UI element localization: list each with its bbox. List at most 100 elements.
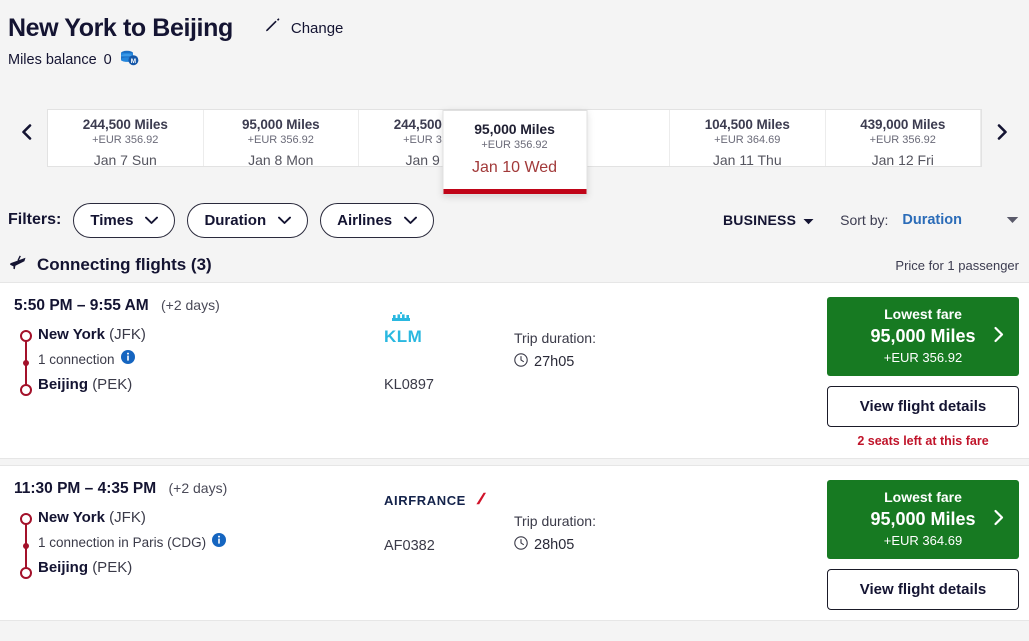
fare-miles: 95,000 Miles [837,509,1009,530]
klm-wordmark: KLM [384,327,423,346]
airfrance-logo: AIRFRANCE [384,492,514,508]
filter-chip-times[interactable]: Times [73,202,176,238]
miles-balance-value: 0 [103,52,112,68]
flight-airline-column: AIRFRANCE AF0382 [384,480,514,554]
airfrance-wordmark: AIRFRANCE [384,492,466,508]
trip-duration-label: Trip duration: [514,330,596,346]
title-row: New York to Beijing Change [8,14,1029,43]
carousel-next-button[interactable] [985,117,1019,151]
date-carousel: 244,500 Miles +EUR 356.92 Jan 7 Sun 95,0… [0,87,1029,195]
view-flight-details-button[interactable]: View flight details [827,386,1019,427]
fare-miles: 95,000 Miles [837,326,1009,347]
chevron-down-icon [404,212,418,229]
date-tab[interactable]: 439,000 Miles +EUR 356.92 Jan 12 Fri [826,110,981,168]
select-fare-button[interactable]: Lowest fare 95,000 Miles +EUR 364.69 [827,480,1019,559]
fare-eur: +EUR 364.69 [883,533,963,548]
chevron-right-icon [992,509,1005,531]
flight-duration-column: Trip duration: 28h05 [514,480,714,554]
chevron-right-icon [992,326,1005,348]
filter-chip-duration[interactable]: Duration [187,202,309,238]
connecting-flights-header: Connecting flights (3) Price for 1 passe… [0,248,1029,282]
date-tab-miles: 244,500 Miles [82,117,168,132]
page-header: New York to Beijing Change Miles balance… [0,0,1029,71]
passenger-price-note: Price for 1 passenger [895,257,1019,273]
date-tab-eur: +EUR 356.92 [247,134,314,146]
selected-date-underline [443,189,586,194]
miles-coin-icon: M [119,49,139,71]
trip-duration-value: 27h05 [534,354,575,370]
klm-logo: KLM [384,309,514,347]
select-fare-button[interactable]: Lowest fare 95,000 Miles +EUR 356.92 [827,297,1019,376]
filter-chip-label: Airlines [337,211,393,229]
sort-by-caret-icon[interactable] [1006,211,1019,229]
date-tab-miles: 439,000 Miles [860,117,946,132]
origin-city: New York [38,326,105,343]
flight-route-column: 11:30 PM – 4:35 PM (+2 days) New York (J… [14,480,384,580]
date-strip: 244,500 Miles +EUR 356.92 Jan 7 Sun 95,0… [47,109,982,195]
info-icon[interactable] [120,347,135,373]
carousel-prev-button[interactable] [10,117,44,151]
route-line-graphic [19,513,33,590]
date-tab-miles: 95,000 Miles [474,121,555,137]
date-tab-date: Jan 8 Mon [248,152,314,168]
miles-balance-label: Miles balance [8,52,97,68]
flight-fare-column: Lowest fare 95,000 Miles +EUR 356.92 Vie… [827,297,1019,448]
flight-route: New York (JFK) 1 connection in Paris (CD… [14,506,384,580]
date-tab[interactable]: 244,500 Miles +EUR 356.92 Jan 7 Sun [48,110,204,168]
date-tab-selected[interactable]: 95,000 Miles +EUR 356.92 Jan 10 Wed [442,110,587,195]
cabin-class-selector[interactable]: BUSINESS [723,212,814,228]
connection-row: 1 connection [38,347,384,373]
section-title: Connecting flights (3) [37,255,212,274]
flight-fare-column: Lowest fare 95,000 Miles +EUR 364.69 Vie… [827,480,1019,610]
destination-city: Beijing [38,559,89,576]
destination-row: Beijing (PEK) [38,373,384,397]
klm-crown-icon [384,309,514,327]
route-line-graphic [19,330,33,407]
airfrance-slash-icon [470,492,486,508]
plane-icon [8,254,28,277]
flight-plus-days: (+2 days) [160,297,220,313]
flight-times: 5:50 PM – 9:55 AM [14,297,149,314]
sort-by-label: Sort by: [840,212,889,228]
date-tab-eur: +EUR 356.92 [481,139,548,151]
fare-eur: +EUR 356.92 [883,350,963,365]
connection-label: 1 connection in Paris (CDG) [38,535,207,550]
filter-chip-airlines[interactable]: Airlines [320,202,435,238]
date-tab-date: Jan 7 Sun [93,152,157,168]
date-tab-date: Jan 12 Fri [871,152,934,168]
trip-duration-value: 28h05 [534,537,575,553]
flight-number: AF0382 [384,538,435,554]
flight-times: 11:30 PM – 4:35 PM [14,480,157,497]
change-route-button[interactable]: Change [263,17,343,40]
date-tab[interactable]: 95,000 Miles +EUR 356.92 Jan 8 Mon [204,110,359,168]
flight-card[interactable]: 5:50 PM – 9:55 AM (+2 days) New York (JF… [0,282,1029,459]
date-tab[interactable]: 104,500 Miles +EUR 364.69 Jan 11 Thu [670,110,826,168]
date-tab-eur: +EUR 364.69 [714,134,781,146]
chevron-down-icon [145,212,159,229]
trip-duration-value-row: 28h05 [514,536,714,554]
info-icon[interactable] [212,530,227,556]
seats-left-warning: 2 seats left at this fare [857,434,989,448]
fare-miles-text: 95,000 Miles [870,326,976,346]
flight-card[interactable]: 11:30 PM – 4:35 PM (+2 days) New York (J… [0,465,1029,621]
filter-chip-label: Duration [204,211,267,229]
date-tab-miles: 95,000 Miles [241,117,320,132]
destination-code: (PEK) [92,559,133,576]
pencil-icon [263,17,281,40]
fare-miles-text: 95,000 Miles [870,509,976,529]
flight-times-row: 11:30 PM – 4:35 PM (+2 days) [14,480,384,498]
origin-row: New York (JFK) [38,506,384,530]
destination-row: Beijing (PEK) [38,556,384,580]
origin-city: New York [38,509,105,526]
filter-chip-label: Times [90,211,134,229]
sort-by-value[interactable]: Duration [902,212,962,228]
date-tab-miles: 104,500 Miles [704,117,790,132]
origin-code: (JFK) [109,326,146,343]
flight-times-row: 5:50 PM – 9:55 AM (+2 days) [14,297,384,315]
connection-label: 1 connection [38,352,115,367]
date-tab-date: Jan 11 Thu [712,152,782,168]
flight-airline-column: KLM KL0897 [384,297,514,393]
destination-city: Beijing [38,376,89,393]
trip-duration-value-row: 27h05 [514,353,714,371]
view-flight-details-button[interactable]: View flight details [827,569,1019,610]
